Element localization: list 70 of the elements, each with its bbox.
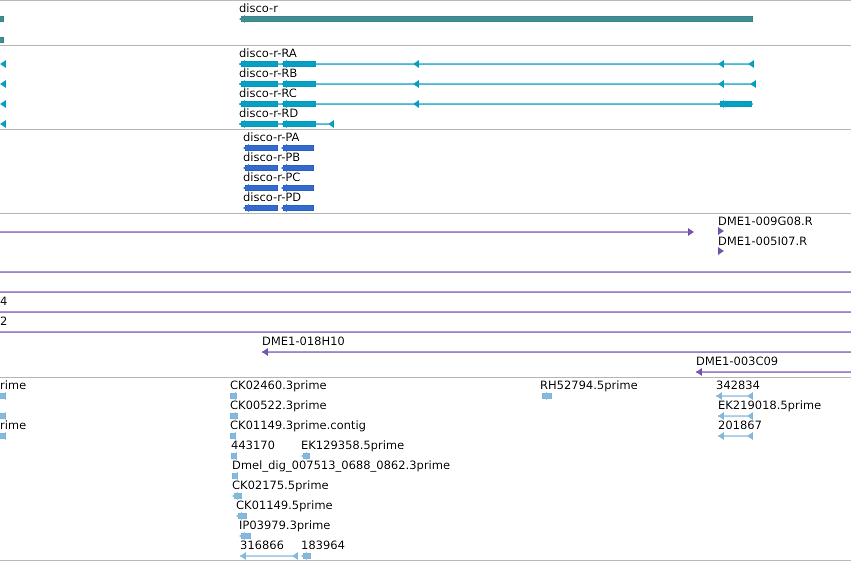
feature-label[interactable]: CK02175.5prime: [232, 479, 329, 492]
est-drawing[interactable]: [0, 412, 6, 420]
est-drawing[interactable]: [240, 552, 298, 560]
gene-drawing[interactable]: [0, 15, 6, 23]
feature-label[interactable]: 4: [0, 295, 8, 308]
transcript-drawing[interactable]: [239, 120, 336, 128]
est-drawing[interactable]: [301, 552, 311, 560]
est-drawing[interactable]: [231, 452, 237, 460]
gene-drawing[interactable]: [0, 36, 6, 44]
feature-label[interactable]: DME1-018H10: [262, 335, 345, 348]
clone-drawing[interactable]: [0, 228, 696, 236]
est-drawing[interactable]: [0, 392, 6, 400]
feature-label[interactable]: disco-r-PC: [243, 171, 300, 184]
est-drawing[interactable]: [239, 532, 251, 540]
feature-label[interactable]: RH52794.5prime: [540, 379, 638, 392]
feature-label[interactable]: disco-r-RB: [239, 67, 298, 80]
feature-label[interactable]: 443170: [231, 439, 275, 452]
est-drawing[interactable]: [301, 452, 310, 460]
feature-label[interactable]: CK02460.3prime: [230, 379, 327, 392]
est-drawing[interactable]: [232, 472, 238, 480]
clone-drawing[interactable]: [718, 227, 724, 235]
est-drawing[interactable]: [718, 432, 753, 440]
transcript-drawing[interactable]: [0, 60, 6, 68]
feature-label[interactable]: Dmel_dig_007513_0688_0862.3prime: [232, 459, 450, 472]
transcript-drawing[interactable]: [0, 120, 6, 128]
protein-drawing[interactable]: [243, 184, 314, 192]
feature-label[interactable]: DME1-009G08.R: [718, 215, 813, 228]
feature-label[interactable]: disco-r-RC: [239, 87, 297, 100]
feature-label[interactable]: 2: [0, 315, 8, 328]
est-drawing[interactable]: [0, 432, 6, 440]
est-drawing[interactable]: [236, 512, 247, 520]
est-drawing[interactable]: [230, 412, 238, 420]
est-drawing[interactable]: [718, 412, 753, 420]
gene-drawing[interactable]: [239, 15, 753, 23]
protein-drawing[interactable]: [243, 164, 314, 172]
feature-label[interactable]: disco-r-RA: [239, 47, 297, 60]
feature-label[interactable]: DME1-003C09: [696, 355, 778, 368]
feature-label[interactable]: DME1-005I07.R: [718, 235, 808, 248]
feature-label[interactable]: 183964: [301, 539, 345, 552]
est-drawing[interactable]: [540, 392, 552, 400]
clone-drawing[interactable]: [696, 368, 851, 376]
transcript-drawing[interactable]: [239, 60, 755, 68]
feature-label[interactable]: disco-r: [239, 2, 278, 15]
feature-label[interactable]: disco-r-RD: [239, 107, 298, 120]
feature-label[interactable]: rime: [0, 419, 26, 432]
feature-label[interactable]: 316866: [240, 539, 284, 552]
feature-label[interactable]: rime: [0, 379, 26, 392]
transcript-drawing[interactable]: [0, 80, 6, 88]
clone-drawing[interactable]: [262, 348, 851, 356]
protein-drawing[interactable]: [243, 204, 314, 212]
feature-label[interactable]: CK00522.3prime: [230, 399, 327, 412]
transcript-drawing[interactable]: [239, 100, 755, 108]
feature-label[interactable]: disco-r-PD: [243, 191, 302, 204]
clone-drawing[interactable]: [718, 247, 724, 255]
est-drawing[interactable]: [716, 392, 753, 400]
feature-label[interactable]: disco-r-PB: [243, 151, 300, 164]
feature-label[interactable]: EK129358.5prime: [301, 439, 404, 452]
feature-label[interactable]: disco-r-PA: [243, 131, 300, 144]
feature-label[interactable]: 342834: [716, 379, 760, 392]
est-drawing[interactable]: [232, 492, 242, 500]
transcript-drawing[interactable]: [0, 100, 6, 108]
feature-label[interactable]: CK01149.3prime.contig: [230, 419, 366, 432]
feature-label[interactable]: IP03979.3prime: [239, 519, 330, 532]
transcript-drawing[interactable]: [239, 80, 757, 88]
feature-label[interactable]: EK219018.5prime: [718, 399, 822, 412]
feature-label[interactable]: 201867: [718, 419, 762, 432]
est-drawing[interactable]: [230, 432, 236, 440]
feature-label[interactable]: CK01149.5prime: [236, 499, 333, 512]
est-drawing[interactable]: [230, 392, 237, 400]
protein-drawing[interactable]: [243, 144, 314, 152]
